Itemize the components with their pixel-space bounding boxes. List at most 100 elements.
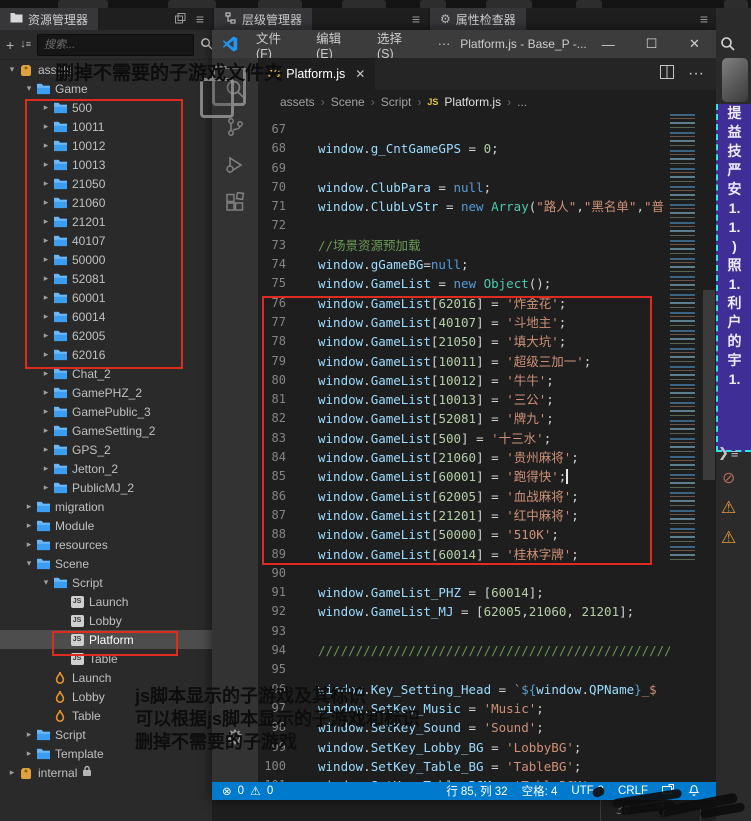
chevron-right-icon[interactable]: ▸ xyxy=(6,767,18,778)
chevron-right-icon[interactable]: ▸ xyxy=(40,349,52,360)
code-line-87[interactable]: window.GameList[21201] = '红中麻将'; xyxy=(318,506,670,525)
code-line-77[interactable]: window.GameList[40107] = '斗地主'; xyxy=(318,313,670,332)
tree-item-21060[interactable]: ▸21060 xyxy=(0,193,212,212)
tree-item-40107[interactable]: ▸40107 xyxy=(0,231,212,250)
explorer-menu-icon[interactable]: ≡ xyxy=(196,11,204,27)
code-line-95[interactable] xyxy=(318,660,670,679)
indent-setting[interactable]: 空格: 4 xyxy=(522,783,558,799)
code-line-74[interactable]: window.gGameBG=null; xyxy=(318,255,670,274)
chevron-right-icon[interactable]: ▸ xyxy=(40,197,52,208)
editor-more-icon[interactable]: ··· xyxy=(688,65,704,83)
chevron-right-icon[interactable]: ▸ xyxy=(23,501,35,512)
tree-item-500[interactable]: ▸500 xyxy=(0,98,212,117)
tree-item-21050[interactable]: ▸21050 xyxy=(0,174,212,193)
minimize-button[interactable]: — xyxy=(587,30,630,58)
chevron-right-icon[interactable]: ▸ xyxy=(40,159,52,170)
tree-item-60014[interactable]: ▸60014 xyxy=(0,307,212,326)
search-input[interactable] xyxy=(37,34,194,56)
code-line-89[interactable]: window.GameList[60014] = '桂林字牌'; xyxy=(318,545,670,564)
copy-panel-icon[interactable] xyxy=(175,12,186,27)
code-line-94[interactable]: ////////////////////////////////////////… xyxy=(318,641,670,660)
chevron-right-icon[interactable]: ▸ xyxy=(40,387,52,398)
tree-item-10011[interactable]: ▸10011 xyxy=(0,117,212,136)
maximize-button[interactable]: ☐ xyxy=(630,30,673,58)
chevron-right-icon[interactable]: ▸ xyxy=(23,520,35,531)
chevron-right-icon[interactable]: ▸ xyxy=(40,140,52,151)
close-tab-icon[interactable]: ✕ xyxy=(355,67,365,81)
tree-item-Scene[interactable]: ▾Scene xyxy=(0,554,212,573)
chevron-right-icon[interactable]: ▸ xyxy=(40,444,52,455)
code-line-79[interactable]: window.GameList[10011] = '超级三加一'; xyxy=(318,352,670,371)
code-line-99[interactable]: window.SetKey_Lobby_BG = 'LobbyBG'; xyxy=(318,738,670,757)
sort-icon[interactable]: ↓≡ xyxy=(20,39,31,50)
code-line-85[interactable]: window.GameList[60001] = '跑得快'; xyxy=(318,467,670,486)
zoom-icon[interactable] xyxy=(720,36,736,57)
code-line-78[interactable]: window.GameList[21050] = '填大坑'; xyxy=(318,332,670,351)
menu-more[interactable]: ··· xyxy=(428,37,461,51)
tree-item-60001[interactable]: ▸60001 xyxy=(0,288,212,307)
code-line-67[interactable] xyxy=(318,120,670,139)
console-icon[interactable]: ❯≡ xyxy=(718,445,739,461)
chevron-right-icon[interactable]: ▸ xyxy=(40,178,52,189)
tree-item-PublicMJ_2[interactable]: ▸PublicMJ_2 xyxy=(0,478,212,497)
tree-item-10012[interactable]: ▸10012 xyxy=(0,136,212,155)
chevron-right-icon[interactable]: ▸ xyxy=(23,729,35,740)
chevron-right-icon[interactable]: ▸ xyxy=(40,216,52,227)
inspector-menu-icon[interactable]: ≡ xyxy=(700,11,708,27)
code-line-93[interactable] xyxy=(318,622,670,641)
chevron-right-icon[interactable]: ▸ xyxy=(40,330,52,341)
menu-file[interactable]: 文件(F) xyxy=(246,28,306,61)
code-line-80[interactable]: window.GameList[10012] = '牛牛'; xyxy=(318,371,670,390)
tree-item-internal[interactable]: ▸internal xyxy=(0,763,212,782)
chevron-right-icon[interactable]: ▸ xyxy=(40,368,52,379)
tree-item-52081[interactable]: ▸52081 xyxy=(0,269,212,288)
chevron-down-icon[interactable]: ▾ xyxy=(6,64,18,75)
chevron-right-icon[interactable]: ▸ xyxy=(40,292,52,303)
tree-item-62005[interactable]: ▸62005 xyxy=(0,326,212,345)
code-line-76[interactable]: window.GameList[62016] = '炸金花'; xyxy=(318,294,670,313)
code-line-82[interactable]: window.GameList[52081] = '牌九'; xyxy=(318,409,670,428)
tree-item-10013[interactable]: ▸10013 xyxy=(0,155,212,174)
extensions-icon[interactable] xyxy=(212,184,258,222)
cursor-position[interactable]: 行 85, 列 32 xyxy=(446,783,507,799)
vscode-titlebar[interactable]: 文件(F) 编辑(E) 选择(S) ··· Platform.js - Base… xyxy=(212,30,716,58)
tree-item-62016[interactable]: ▸62016 xyxy=(0,345,212,364)
chevron-down-icon[interactable]: ▾ xyxy=(23,83,35,94)
tree-item-resources[interactable]: ▸resources xyxy=(0,535,212,554)
tree-item-Script[interactable]: ▾Script xyxy=(0,573,212,592)
code-line-92[interactable]: window.GameList_MJ = [62005,21060, 21201… xyxy=(318,602,670,621)
chevron-right-icon[interactable]: ▸ xyxy=(40,273,52,284)
close-window-button[interactable]: ✕ xyxy=(673,30,716,58)
chevron-right-icon[interactable]: ▸ xyxy=(40,406,52,417)
errors-icon[interactable]: ⊗ xyxy=(222,784,232,798)
chevron-right-icon[interactable]: ▸ xyxy=(40,121,52,132)
tree-item-GPS_2[interactable]: ▸GPS_2 xyxy=(0,440,212,459)
tree-item-Chat_2[interactable]: ▸Chat_2 xyxy=(0,364,212,383)
tree-item-Module[interactable]: ▸Module xyxy=(0,516,212,535)
code-line-90[interactable] xyxy=(318,564,670,583)
hierarchy-menu-icon[interactable]: ≡ xyxy=(412,11,420,27)
tree-item-Lobby[interactable]: JSLobby xyxy=(0,611,212,630)
code-line-75[interactable]: window.GameList = new Object(); xyxy=(318,274,670,293)
menu-select[interactable]: 选择(S) xyxy=(367,28,428,61)
code-line-101[interactable]: window.SetKey_Table_BGM = 'TableBGM'; xyxy=(318,776,670,782)
chevron-right-icon[interactable]: ▸ xyxy=(23,748,35,759)
editor-scrollbar[interactable] xyxy=(702,114,716,782)
notifications-bell-icon[interactable] xyxy=(688,783,700,799)
tree-item-Platform[interactable]: JSPlatform xyxy=(0,630,212,649)
tree-item-GamePHZ_2[interactable]: ▸GamePHZ_2 xyxy=(0,383,212,402)
chevron-down-icon[interactable]: ▾ xyxy=(40,577,52,588)
tree-item-Table[interactable]: JSTable xyxy=(0,649,212,668)
code-line-96[interactable]: window.Key_Setting_Head = `${window.QPNa… xyxy=(318,680,670,699)
run-debug-icon[interactable] xyxy=(212,146,258,184)
chevron-right-icon[interactable]: ▸ xyxy=(40,311,52,322)
chevron-right-icon[interactable]: ▸ xyxy=(40,235,52,246)
chevron-right-icon[interactable]: ▸ xyxy=(40,102,52,113)
chevron-right-icon[interactable]: ▸ xyxy=(40,425,52,436)
breadcrumb[interactable]: assets› Scene› Script› JS Platform.js› .… xyxy=(258,90,716,114)
chevron-right-icon[interactable]: ▸ xyxy=(40,482,52,493)
tree-item-GameSetting_2[interactable]: ▸GameSetting_2 xyxy=(0,421,212,440)
tree-item-21201[interactable]: ▸21201 xyxy=(0,212,212,231)
code-line-81[interactable]: window.GameList[10013] = '三公'; xyxy=(318,390,670,409)
split-editor-icon[interactable] xyxy=(660,65,674,84)
